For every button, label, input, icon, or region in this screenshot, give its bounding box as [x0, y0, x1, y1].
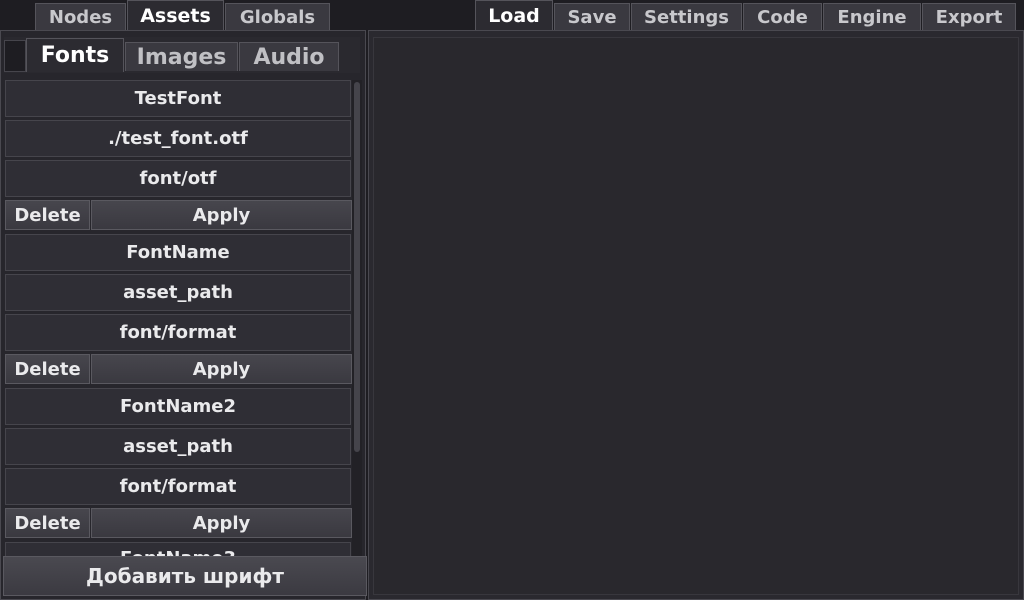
apply-button[interactable]: Apply — [91, 508, 352, 538]
scrollbar-thumb[interactable] — [354, 82, 360, 452]
tab-spacer — [4, 40, 26, 72]
tab-export[interactable]: Export — [922, 3, 1016, 30]
tab-assets[interactable]: Assets — [127, 0, 224, 31]
tab-code[interactable]: Code — [743, 3, 822, 30]
font-name-field[interactable]: TestFont — [5, 80, 351, 117]
tab-save[interactable]: Save — [554, 3, 630, 30]
subtab-audio[interactable]: Audio — [239, 42, 339, 71]
scrollbar-track[interactable] — [352, 80, 362, 558]
tab-globals[interactable]: Globals — [225, 3, 330, 30]
add-font-button[interactable]: Добавить шрифт — [3, 556, 367, 596]
delete-button[interactable]: Delete — [5, 508, 90, 538]
apply-button[interactable]: Apply — [91, 200, 352, 230]
preview-canvas[interactable] — [373, 37, 1019, 595]
subtab-images[interactable]: Images — [125, 42, 238, 71]
delete-button[interactable]: Delete — [5, 354, 90, 384]
font-path-field[interactable]: ./test_font.otf — [5, 120, 351, 157]
font-format-field[interactable]: font/otf — [5, 160, 351, 197]
tab-nodes[interactable]: Nodes — [35, 3, 126, 30]
font-name-field[interactable]: FontName3 — [5, 542, 351, 557]
font-format-field[interactable]: font/format — [5, 468, 351, 505]
font-name-field[interactable]: FontName2 — [5, 388, 351, 425]
tab-engine[interactable]: Engine — [823, 3, 921, 30]
tab-settings[interactable]: Settings — [631, 3, 742, 30]
font-path-field[interactable]: asset_path — [5, 274, 351, 311]
tab-load[interactable]: Load — [475, 0, 553, 31]
delete-button[interactable]: Delete — [5, 200, 90, 230]
apply-button[interactable]: Apply — [91, 354, 352, 384]
font-name-field[interactable]: FontName — [5, 234, 351, 271]
font-format-field[interactable]: font/format — [5, 314, 351, 351]
font-path-field[interactable]: asset_path — [5, 428, 351, 465]
subtab-fonts[interactable]: Fonts — [26, 38, 124, 72]
